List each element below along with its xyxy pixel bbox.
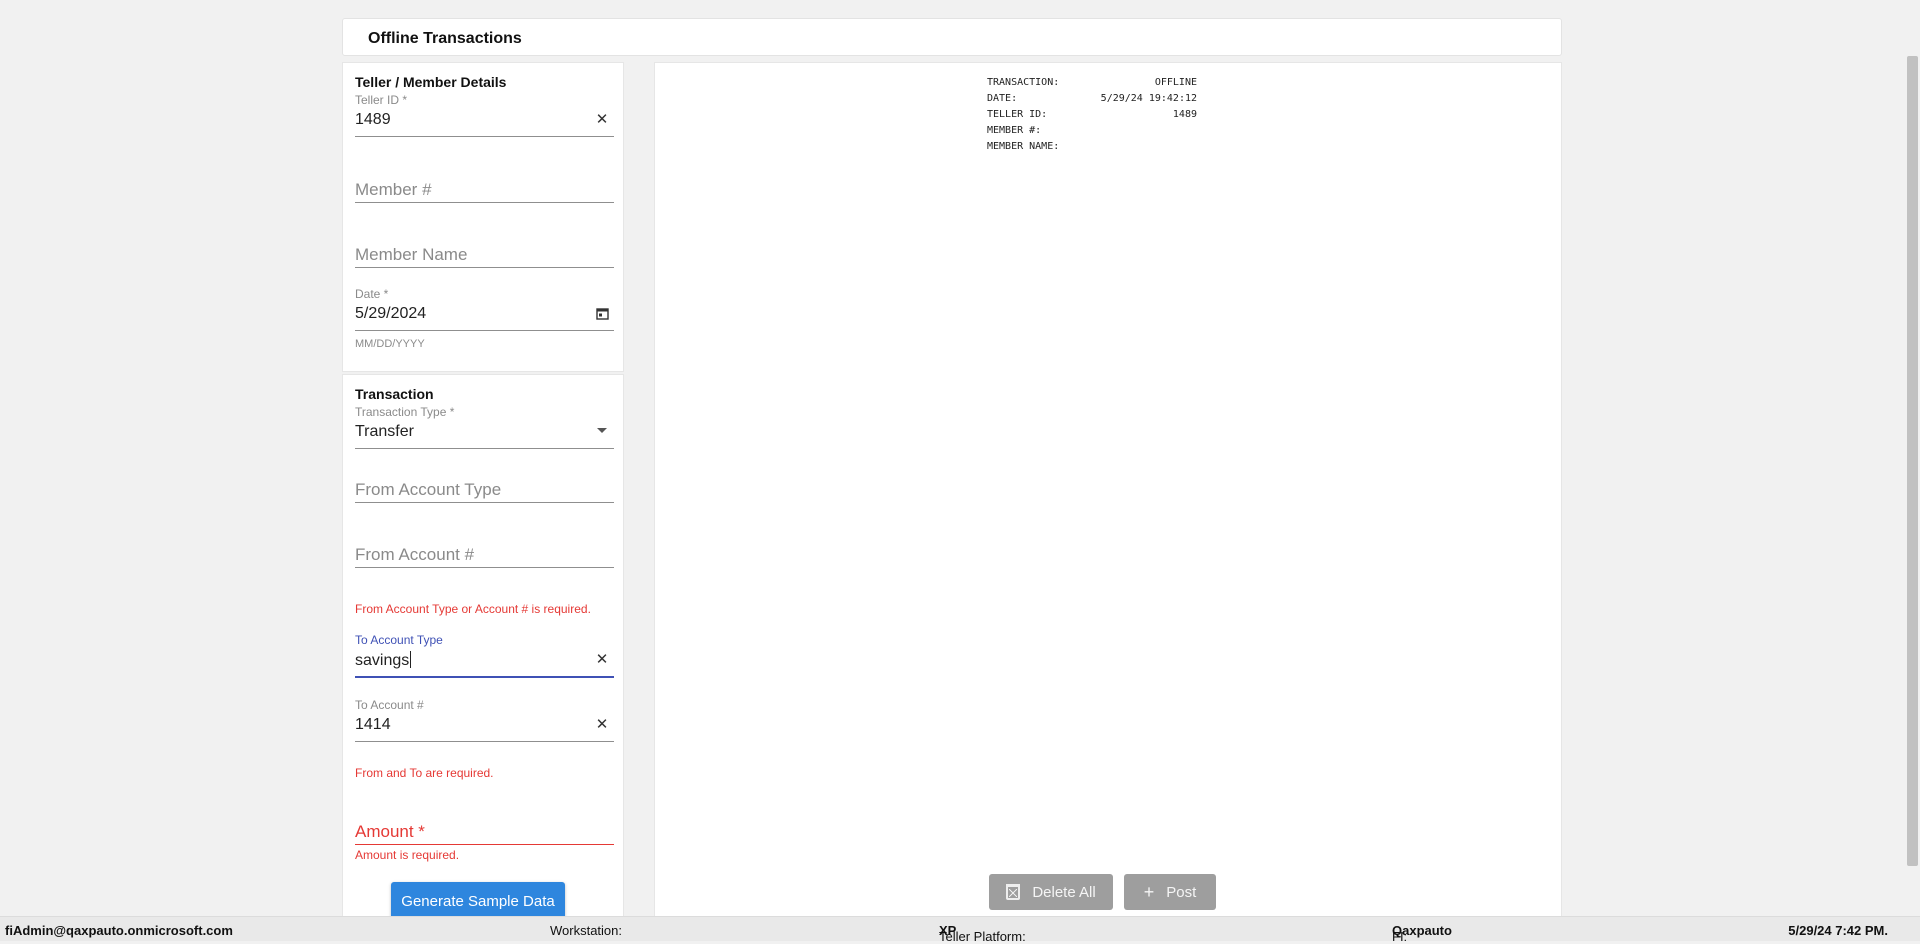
receipt-row: TELLER ID: 1489 xyxy=(987,109,1197,125)
receipt-label: MEMBER #: xyxy=(987,125,1042,136)
date-value[interactable]: 5/29/2024 xyxy=(355,305,426,323)
close-icon[interactable]: ✕ xyxy=(594,717,610,733)
page-title: Offline Transactions xyxy=(368,30,522,47)
amount-placeholder[interactable]: Amount * xyxy=(355,822,425,842)
delete-all-label: Delete All xyxy=(1032,883,1096,901)
receipt-value: 5/29/24 19:42:12 xyxy=(1100,93,1197,104)
to-account-error: From and To are required. xyxy=(355,766,494,780)
to-account-type-input[interactable]: savings xyxy=(355,651,412,670)
delete-all-button[interactable]: Delete All xyxy=(989,874,1113,910)
footer-fi: FI: Qaxpauto xyxy=(1392,923,1452,944)
close-icon[interactable]: ✕ xyxy=(594,652,610,668)
to-account-type-underline xyxy=(355,676,614,678)
from-account-number-underline xyxy=(355,567,614,568)
to-account-number-underline xyxy=(355,741,614,742)
transaction-type-select[interactable]: Transaction Type * Transfer xyxy=(355,405,614,449)
scrollbar-thumb[interactable] xyxy=(1907,56,1918,866)
transaction-type-underline xyxy=(355,448,614,449)
from-account-type-placeholder[interactable]: From Account Type xyxy=(355,480,501,500)
calendar-icon[interactable] xyxy=(594,307,610,323)
text-cursor xyxy=(410,651,412,668)
transaction-type-label: Transaction Type * xyxy=(355,405,455,419)
trash-icon xyxy=(1006,884,1021,900)
post-button[interactable]: + Post xyxy=(1124,874,1216,910)
member-name-underline xyxy=(355,267,614,268)
receipt-text: TRANSACTION: OFFLINE DATE: 5/29/24 19:42:1… xyxy=(987,77,1197,157)
date-label: Date * xyxy=(355,287,389,301)
transaction-card: Transaction Transaction Type * Transfer … xyxy=(342,374,624,920)
from-account-type-underline xyxy=(355,502,614,503)
receipt-label: TELLER ID: xyxy=(987,109,1048,120)
receipt-value: 1489 xyxy=(1172,109,1197,120)
footer-datetime: 5/29/24 7:42 PM. xyxy=(1788,923,1888,938)
teller-id-underline xyxy=(355,136,614,137)
teller-member-card: Teller / Member Details Teller ID * 1489… xyxy=(342,62,624,372)
transaction-type-value[interactable]: Transfer xyxy=(355,423,414,441)
post-label: Post xyxy=(1166,883,1197,901)
page-header: Offline Transactions xyxy=(342,18,1562,56)
from-account-error: From Account Type or Account # is requir… xyxy=(355,602,591,616)
member-number-underline xyxy=(355,202,614,203)
from-account-number-field[interactable]: From Account # xyxy=(355,538,614,568)
teller-id-field[interactable]: Teller ID * 1489 ✕ xyxy=(355,93,614,137)
to-account-type-label: To Account Type xyxy=(355,633,443,647)
from-account-type-field[interactable]: From Account Type xyxy=(355,473,614,503)
chevron-down-icon[interactable] xyxy=(594,424,610,440)
to-account-number-label: To Account # xyxy=(355,698,424,712)
date-field[interactable]: Date * 5/29/2024 MM/DD/YYYY xyxy=(355,287,614,351)
member-name-placeholder[interactable]: Member Name xyxy=(355,245,467,265)
receipt-preview-card: TRANSACTION: OFFLINE DATE: 5/29/24 19:42:1… xyxy=(654,62,1562,919)
teller-section-title: Teller / Member Details xyxy=(355,74,507,90)
close-icon[interactable]: ✕ xyxy=(594,112,610,128)
amount-underline xyxy=(355,844,614,845)
from-account-number-placeholder[interactable]: From Account # xyxy=(355,545,474,565)
amount-error: Amount is required. xyxy=(355,848,460,862)
date-format-hint: MM/DD/YYYY xyxy=(355,338,425,350)
to-account-type-value: savings xyxy=(355,652,410,669)
to-account-type-field[interactable]: To Account Type savings ✕ xyxy=(355,633,614,678)
footer-workstation-label: Workstation: xyxy=(550,923,623,938)
to-account-number-value[interactable]: 1414 xyxy=(355,716,391,734)
transaction-section-title: Transaction xyxy=(355,386,434,402)
receipt-label: DATE: xyxy=(987,93,1018,104)
teller-id-value[interactable]: 1489 xyxy=(355,111,391,129)
scrollbar[interactable] xyxy=(1905,0,1920,941)
receipt-row: MEMBER NAME: xyxy=(987,141,1197,157)
footer-platform: Teller Platform: XP xyxy=(939,923,1026,944)
footer-fi-label: FI: xyxy=(1392,929,1408,944)
teller-id-label: Teller ID * xyxy=(355,93,408,107)
member-number-field[interactable]: Member # xyxy=(355,173,614,203)
receipt-label: MEMBER NAME: xyxy=(987,141,1060,152)
receipt-row: MEMBER #: xyxy=(987,125,1197,141)
member-number-placeholder[interactable]: Member # xyxy=(355,180,432,200)
receipt-row: DATE: 5/29/24 19:42:12 xyxy=(987,93,1197,109)
receipt-label: TRANSACTION: xyxy=(987,77,1060,88)
date-underline xyxy=(355,330,614,331)
amount-field[interactable]: Amount * xyxy=(355,815,614,845)
member-name-field[interactable]: Member Name xyxy=(355,238,614,268)
receipt-row: TRANSACTION: OFFLINE xyxy=(987,77,1197,93)
status-bar: fiAdmin@qaxpauto.onmicrosoft.com Worksta… xyxy=(0,916,1920,944)
plus-icon: + xyxy=(1143,882,1155,902)
generate-sample-data-button[interactable]: Generate Sample Data xyxy=(391,882,565,920)
footer-platform-label: Teller Platform: xyxy=(939,929,1026,944)
footer-user: fiAdmin@qaxpauto.onmicrosoft.com xyxy=(5,923,233,938)
to-account-number-field[interactable]: To Account # 1414 ✕ xyxy=(355,698,614,742)
receipt-value: OFFLINE xyxy=(1154,77,1197,88)
